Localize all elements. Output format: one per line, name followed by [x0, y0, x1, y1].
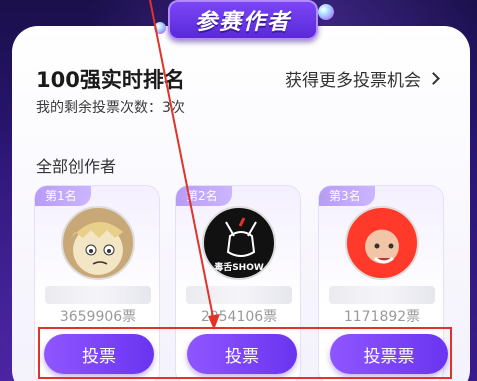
annotation-arrow-icon	[149, 0, 220, 330]
